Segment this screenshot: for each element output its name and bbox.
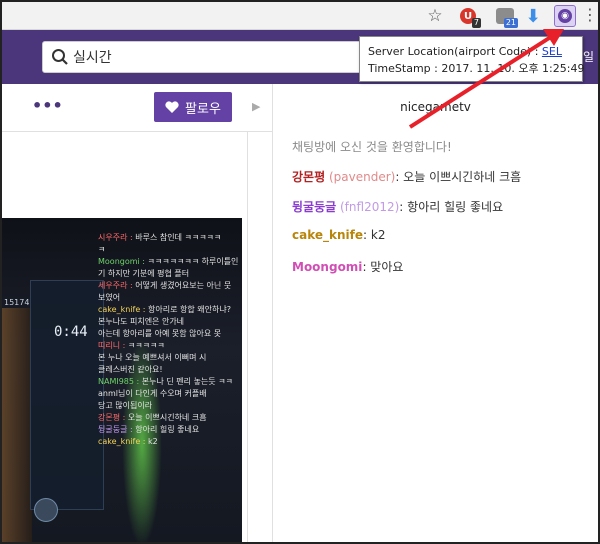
- champion-portrait: [34, 498, 58, 522]
- collapse-arrow-icon[interactable]: ▶: [252, 100, 260, 113]
- chat-username[interactable]: 뒹굴둥글: [292, 200, 336, 214]
- game-scoreboard: [30, 280, 104, 510]
- chat-welcome: 채팅방에 오신 것을 환영합니다!: [292, 140, 452, 154]
- overlay-chat-text: 오늘 이쁘시긴하네 크흠: [127, 413, 207, 422]
- overlay-chat-line: 클레스버진 같아요!: [98, 364, 242, 376]
- overlay-chat-line: 본누나도 피치엔은 안가네: [98, 316, 242, 328]
- overlay-chat-line: 기 하지만 기분에 평협 플터: [98, 268, 242, 280]
- overlay-chat-text: 기 하지만 기분에 평협 플터: [98, 269, 190, 278]
- overlay-chat-username: NAMI985 :: [98, 377, 140, 386]
- overlay-chat-text: ㅋㅋㅋㅋㅋㅋㅋ 하루이틀인: [147, 257, 239, 266]
- panel-divider: [272, 84, 273, 542]
- download-arrow-icon[interactable]: ⬇: [522, 5, 544, 27]
- overlay-chat-text: 보였어: [98, 293, 121, 302]
- tooltip-line1: Server Location(airport Code) :: [368, 45, 542, 58]
- overlay-chat-text: 아는데 항아리를 아예 못함 않아요 못: [98, 329, 222, 338]
- overlay-chat-line: 뒹굴둥글 : 항아리 힐링 좋네요: [98, 424, 242, 436]
- chat-username[interactable]: 강몬평: [292, 170, 325, 184]
- overlay-chat-line: anml님이 다인게 수오며 커플배: [98, 388, 242, 400]
- overlay-chat-line: 시우주라 : 바루스 참인데 ㅋㅋㅋㅋㅋ: [98, 232, 242, 244]
- overlay-chat-line: 본 누나 오늘 예쁘셔서 이뻐며 시: [98, 352, 242, 364]
- game-timer: 0:44: [54, 324, 88, 340]
- overlay-chat-username: 강몬평 :: [98, 413, 126, 422]
- overlay-chat-line: 세우주라 : 어떻게 생겼어요보는 아닌 뭇: [98, 280, 242, 292]
- follow-button[interactable]: 팔로우: [154, 92, 232, 122]
- chat-username[interactable]: Moongomi: [292, 260, 362, 274]
- overlay-chat-text: ㅋ: [98, 245, 106, 254]
- video-chat-overlay: 시우주라 : 바루스 참인데 ㅋㅋㅋㅋㅋㅋ Moongomi : ㅋㅋㅋㅋㅋㅋㅋ …: [98, 232, 242, 542]
- overlay-chat-username: cake_knife :: [98, 437, 146, 446]
- extension-gray-icon[interactable]: 21: [494, 5, 518, 28]
- overlay-chat-username: 세우주라 :: [98, 281, 133, 290]
- overlay-chat-line: cake_knife : 항아리로 항합 왜안하냐?: [98, 304, 242, 316]
- chat-text: 오늘 이쁘시긴하네 크흠: [403, 170, 522, 184]
- overlay-chat-line: 아는데 항아리를 아예 못함 않아요 못: [98, 328, 242, 340]
- bookmark-star-icon[interactable]: ☆: [424, 5, 446, 27]
- overlay-chat-username: Moongomi :: [98, 257, 145, 266]
- heart-icon: [165, 101, 179, 113]
- chat-channel-name: nicegametv: [400, 100, 471, 114]
- overlay-chat-line: 띠리니 : ㅋㅋㅋㅋㅋ: [98, 340, 242, 352]
- overlay-chat-line: 보였어: [98, 292, 242, 304]
- overlay-chat-line: NAMI985 : 본누나 딘 펜리 놓는듯 ㅋㅋ: [98, 376, 242, 388]
- overlay-chat-line: 당고 많이됩이라: [98, 400, 242, 412]
- chat-user-id: (pavender): [328, 170, 396, 184]
- overlay-chat-text: 어떻게 생겼어요보는 아닌 뭇: [135, 281, 232, 290]
- overlay-chat-text: 클레스버진 같아요!: [98, 365, 163, 374]
- twitch-extension-icon[interactable]: ◉: [554, 5, 576, 27]
- overlay-chat-text: ㅋㅋㅋㅋㅋ: [127, 341, 165, 350]
- overlay-chat-username: 시우주라 :: [98, 233, 133, 242]
- more-options-icon[interactable]: •••: [32, 96, 63, 120]
- overlay-chat-text: 본 누나 오늘 예쁘셔서 이뻐며 시: [98, 353, 207, 362]
- chat-user-id: (fnfl2012): [340, 200, 400, 214]
- overlay-chat-text: 항아리로 항합 왜안하냐?: [148, 305, 231, 314]
- search-input[interactable]: [73, 46, 373, 68]
- browser-menu-icon[interactable]: ⋮: [582, 6, 598, 24]
- overlay-chat-text: 당고 많이됩이라: [98, 401, 153, 410]
- search-box[interactable]: [42, 41, 382, 73]
- chat-text: 맞아요: [370, 260, 404, 274]
- overlay-chat-text: 바루스 참인데 ㅋㅋㅋㅋㅋ: [135, 233, 222, 242]
- tooltip-line2: TimeStamp : 2017. 11. 10. 오후 1:25:49: [368, 62, 585, 75]
- chat-message: 뒹굴둥글 (fnfl2012): 항아리 힐링 좋네요: [292, 200, 504, 214]
- overlay-chat-line: Moongomi : ㅋㅋㅋㅋㅋㅋㅋ 하루이틀인: [98, 256, 242, 268]
- chat-username[interactable]: cake_knife: [292, 228, 363, 242]
- overlay-chat-username: cake_knife :: [98, 305, 146, 314]
- overlay-chat-line: cake_knife : k2: [98, 436, 242, 448]
- chat-text: 항아리 힐링 좋네요: [407, 200, 504, 214]
- overlay-chat-text: k2: [148, 437, 158, 446]
- chat-message: Moongomi: 맞아요: [292, 260, 404, 274]
- browser-window: ☆ U 7 21 ⬇ ◉ ⋮ 파일 Server Location(airpor…: [0, 0, 600, 544]
- tooltip-link[interactable]: SEL: [542, 45, 562, 58]
- extension-red-badge: 7: [471, 18, 481, 28]
- overlay-chat-username: 띠리니 :: [98, 341, 126, 350]
- extension-gray-badge: 21: [503, 18, 518, 28]
- video-player[interactable]: 15174 0:44 시우주라 : 바루스 참인데 ㅋㅋㅋㅋㅋㅋ Moongomi…: [2, 218, 242, 542]
- server-location-tooltip: Server Location(airport Code) : SEL Time…: [359, 36, 585, 82]
- chat-text: k2: [370, 228, 386, 242]
- overlay-chat-username: 뒹굴둥글 :: [98, 425, 133, 434]
- browser-toolbar: ☆ U 7 21 ⬇ ◉ ⋮: [2, 2, 598, 30]
- chat-message: 강몬평 (pavender): 오늘 이쁘시긴하네 크흠: [292, 170, 522, 184]
- overlay-chat-text: 본누나도 피치엔은 안가네: [98, 317, 185, 326]
- extension-red-icon[interactable]: U 7: [457, 5, 481, 28]
- overlay-chat-line: 강몬평 : 오늘 이쁘시긴하네 크흠: [98, 412, 242, 424]
- overlay-chat-text: 항아리 힐링 좋네요: [135, 425, 200, 434]
- overlay-chat-text: 본누나 딘 펜리 놓는듯 ㅋㅋ: [141, 377, 233, 386]
- follow-label: 팔로우: [185, 101, 221, 117]
- overlay-chat-text: anml님이 다인게 수오며 커플배: [98, 389, 207, 398]
- video-counter: 15174: [4, 298, 30, 307]
- chat-messages: 채팅방에 오신 것을 환영합니다! 강몬평 (pavender): 오늘 이쁘시…: [292, 138, 592, 288]
- search-icon: [52, 49, 68, 65]
- chat-message: cake_knife: k2: [292, 228, 386, 242]
- overlay-chat-line: ㅋ: [98, 244, 242, 256]
